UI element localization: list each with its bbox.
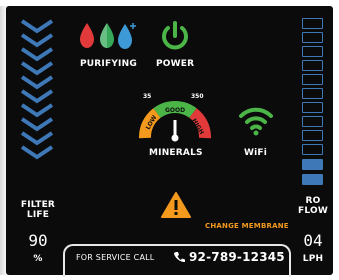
gauge-good-label: GOOD xyxy=(165,107,185,114)
phone-icon xyxy=(174,252,185,263)
chevron-segment xyxy=(20,145,54,160)
filter-life-value: 90 xyxy=(28,231,48,250)
filter-label-line1: FILTER xyxy=(20,200,56,210)
wifi-icon xyxy=(239,107,273,136)
flow-segment xyxy=(302,130,323,141)
filter-label-line2: LIFE xyxy=(26,210,50,220)
flow-segment xyxy=(302,88,323,99)
water-drops-icon xyxy=(80,23,136,49)
flow-segment-filled xyxy=(302,159,323,170)
flow-segment xyxy=(302,32,323,43)
gauge-mark-left: 35 xyxy=(143,93,152,100)
change-membrane-alert: CHANGE MEMBRANE xyxy=(205,222,289,230)
purifier-display: FILTER LIFE 90 % RO FLOW 04 LPH PURIFYIN… xyxy=(0,0,339,280)
flow-segment xyxy=(302,116,323,127)
ro-flow-value: 04 xyxy=(303,231,323,250)
service-text: FOR SERVICE CALL xyxy=(76,253,155,262)
power-icon xyxy=(162,21,188,50)
flow-segment xyxy=(302,60,323,71)
flow-segment xyxy=(302,102,323,113)
warning-icon xyxy=(161,192,191,218)
ro-label-line1: RO xyxy=(305,196,321,206)
power-label: POWER xyxy=(156,59,195,69)
filter-life-label: FILTER LIFE xyxy=(17,200,59,220)
wifi-label: WiFi xyxy=(244,148,268,158)
minerals-label: MINERALS xyxy=(149,148,203,158)
ro-flow-unit: LPH xyxy=(302,254,324,264)
flow-segment xyxy=(302,74,323,85)
ro-label-line2: FLOW xyxy=(298,206,328,216)
ro-flow-label: RO FLOW xyxy=(293,196,333,216)
filter-life-unit: % xyxy=(33,254,43,264)
flow-segment xyxy=(302,144,323,155)
flow-segment xyxy=(302,46,323,57)
service-phone: 92-789-12345 xyxy=(189,250,285,264)
flow-segment xyxy=(302,18,323,29)
flow-segment-filled xyxy=(302,174,323,185)
purifying-label: PURIFYING xyxy=(80,59,137,69)
gauge-mark-right: 350 xyxy=(191,93,204,100)
